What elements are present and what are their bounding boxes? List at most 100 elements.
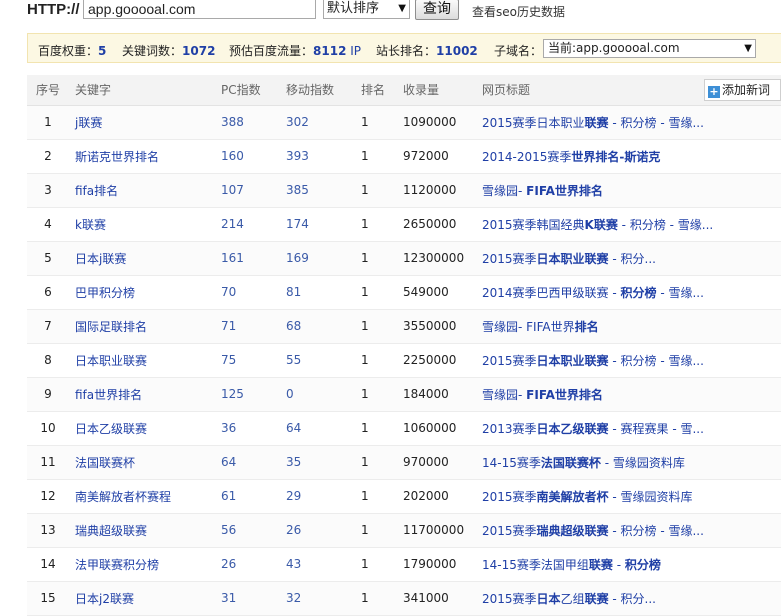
row-title-cell: 雪缘园- FIFA世界排名 — [482, 377, 781, 411]
row-keyword-link[interactable]: 南美解放者杯赛程 — [75, 490, 171, 504]
row-mobile-index: 393 — [286, 149, 309, 163]
row-keyword-link[interactable]: 法甲联赛积分榜 — [75, 558, 159, 572]
add-keyword-button[interactable]: + 添加新词 — [704, 79, 781, 101]
row-keyword-link[interactable]: 巴甲积分榜 — [75, 286, 135, 300]
row-index: 9 — [44, 387, 52, 401]
title-highlight: 瑞典超级联赛 — [536, 523, 609, 538]
row-mobile-index: 43 — [286, 557, 302, 571]
title-text: 2015赛季 — [482, 353, 537, 368]
row-keyword-link[interactable]: fifa世界排名 — [75, 388, 142, 402]
row-rank: 1 — [361, 217, 369, 231]
http-label: HTTP:// — [27, 1, 80, 18]
row-mobile-index: 64 — [286, 421, 302, 435]
row-title-link[interactable]: 2015赛季日本职业联赛 - 积分榜 - 雪缘... — [482, 116, 704, 130]
header-pc-index[interactable]: PC指数 — [221, 75, 286, 106]
row-title-cell: 2013赛季日本乙级联赛 - 赛程赛果 - 雪... — [482, 411, 781, 445]
row-pc-index: 56 — [221, 523, 237, 537]
sort-select[interactable]: 默认排序 ▼ — [323, 0, 410, 19]
title-text: 2015赛季 — [482, 489, 537, 504]
title-text: - 赛程赛果 - 雪... — [608, 421, 704, 436]
title-text: 乙组 — [560, 591, 585, 606]
row-title-link[interactable]: 2015赛季瑞典超级联赛 - 积分榜 - 雪缘... — [482, 524, 704, 538]
keyword-table: 序号 关键字 PC指数 移动指数 排名 收录量 网页标题 1 j联赛 388 302 1… — [27, 75, 781, 616]
row-pc-index: 160 — [221, 149, 244, 163]
row-keyword-cell: fifa世界排名 — [69, 377, 221, 411]
table-row: 13 瑞典超级联赛 56 26 1 11700000 2015赛季瑞典超级联赛 - 积分榜 … — [27, 513, 781, 547]
row-mobile-index: 81 — [286, 285, 302, 299]
subdomain-selected-value: 当前:app.gooooal.com — [548, 41, 680, 55]
query-button[interactable]: 查询 — [415, 0, 459, 20]
row-keyword-link[interactable]: 日本职业联赛 — [75, 354, 147, 368]
row-rank: 1 — [361, 285, 369, 299]
row-keyword-link[interactable]: fifa排名 — [75, 184, 118, 198]
row-keyword-link[interactable]: j联赛 — [75, 116, 102, 130]
title-highlight: 日本职业联赛 — [536, 353, 609, 368]
row-keyword-cell: 日本j2联赛 — [69, 581, 221, 615]
row-title-link[interactable]: 2015赛季南美解放者杯 - 雪缘园资料库 — [482, 490, 693, 504]
baidu-traffic-label: 预估百度流量： — [229, 44, 314, 58]
row-title-link[interactable]: 2015赛季日本职业联赛 - 积分榜 - 雪缘... — [482, 354, 704, 368]
title-highlight: 联赛 — [584, 115, 609, 130]
table-row: 2 斯诺克世界排名 160 393 1 972000 2014-2015赛季世界排名-斯诺克 — [27, 139, 781, 173]
row-title-link[interactable]: 2015赛季日本职业联赛 - 积分... — [482, 252, 656, 266]
row-title-cell: 2015赛季瑞典超级联赛 - 积分榜 - 雪缘... — [482, 513, 781, 547]
row-keyword-link[interactable]: 瑞典超级联赛 — [75, 524, 147, 538]
title-text: 雪缘园- — [482, 183, 527, 198]
row-mobile-index: 32 — [286, 591, 302, 605]
row-mobile-index: 385 — [286, 183, 309, 197]
header-rank[interactable]: 排名 — [361, 75, 403, 106]
url-input[interactable] — [83, 0, 316, 19]
row-title-cell: 14-15赛季法国联赛杯 - 雪缘园资料库 — [482, 445, 781, 479]
row-pc-index: 64 — [221, 455, 237, 469]
header-mobile-index[interactable]: 移动指数 — [286, 75, 361, 106]
row-title-link[interactable]: 雪缘园- FIFA世界排名 — [482, 320, 599, 334]
title-highlight: 积分榜 — [620, 285, 657, 300]
row-rank: 1 — [361, 421, 369, 435]
row-pc-index: 161 — [221, 251, 244, 265]
row-title-link[interactable]: 2015赛季日本乙组联赛 - 积分... — [482, 592, 656, 606]
row-keyword-link[interactable]: 国际足联排名 — [75, 320, 147, 334]
header-index: 序号 — [27, 75, 69, 106]
row-title-link[interactable]: 14-15赛季法国甲组联赛 - 积分榜 — [482, 558, 661, 572]
row-title-link[interactable]: 14-15赛季法国联赛杯 - 雪缘园资料库 — [482, 456, 685, 470]
row-title-link[interactable]: 雪缘园- FIFA世界排名 — [482, 184, 603, 198]
row-title-link[interactable]: 雪缘园- FIFA世界排名 — [482, 388, 603, 402]
row-title-link[interactable]: 2015赛季韩国经典K联赛 - 积分榜 - 雪缘... — [482, 218, 713, 232]
row-indexed: 1120000 — [403, 183, 457, 197]
title-text: - 雪缘... — [656, 285, 704, 300]
row-keyword-link[interactable]: 法国联赛杯 — [75, 456, 135, 470]
seo-history-link[interactable]: 查看seo历史数据 — [472, 3, 565, 20]
row-title-cell: 雪缘园- FIFA世界排名 — [482, 173, 781, 207]
row-keyword-link[interactable]: 斯诺克世界排名 — [75, 150, 159, 164]
dropdown-arrow-icon: ▼ — [744, 43, 752, 54]
row-keyword-cell: k联赛 — [69, 207, 221, 241]
title-text: 2015赛季 — [482, 523, 537, 538]
row-keyword-cell: 法国联赛杯 — [69, 445, 221, 479]
add-keyword-label: 添加新词 — [722, 83, 771, 97]
table-row: 3 fifa排名 107 385 1 1120000 雪缘园- FIFA世界排名 — [27, 173, 781, 207]
row-title-link[interactable]: 2014-2015赛季世界排名-斯诺克 — [482, 150, 660, 164]
row-keyword-link[interactable]: k联赛 — [75, 218, 106, 232]
row-keyword-cell: 南美解放者杯赛程 — [69, 479, 221, 513]
row-rank: 1 — [361, 523, 369, 537]
header-indexed[interactable]: 收录量 — [403, 75, 482, 106]
row-title-cell: 2015赛季日本职业联赛 - 积分... — [482, 241, 781, 275]
title-highlight: 法国联赛杯 — [540, 455, 601, 470]
title-text: 雪缘园- FIFA世界 — [482, 319, 575, 334]
row-title-cell: 雪缘园- FIFA世界排名 — [482, 309, 781, 343]
row-index: 7 — [44, 319, 52, 333]
row-indexed: 1090000 — [403, 115, 457, 129]
subdomain-select[interactable]: 当前:app.gooooal.com ▼ — [543, 39, 756, 58]
row-keyword-link[interactable]: 日本j联赛 — [75, 252, 126, 266]
row-rank: 1 — [361, 115, 369, 129]
keyword-table-wrapper: 序号 关键字 PC指数 移动指数 排名 收录量 网页标题 1 j联赛 388 302 1… — [27, 75, 781, 616]
row-index: 2 — [44, 149, 52, 163]
row-title-link[interactable]: 2013赛季日本乙级联赛 - 赛程赛果 - 雪... — [482, 422, 704, 436]
row-keyword-link[interactable]: 日本j2联赛 — [75, 592, 134, 606]
dropdown-arrow-icon: ▼ — [398, 3, 406, 14]
row-title-link[interactable]: 2014赛季巴西甲级联赛 - 积分榜 - 雪缘... — [482, 286, 704, 300]
row-pc-index: 107 — [221, 183, 244, 197]
row-keyword-link[interactable]: 日本乙级联赛 — [75, 422, 147, 436]
row-mobile-index: 35 — [286, 455, 302, 469]
row-keyword-cell: 国际足联排名 — [69, 309, 221, 343]
